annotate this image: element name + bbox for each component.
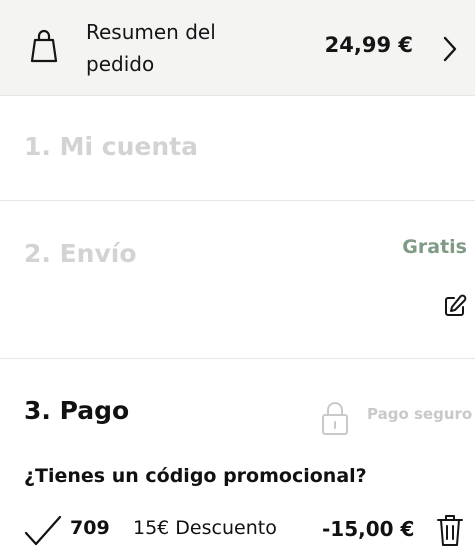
edit-icon[interactable]	[443, 294, 467, 318]
step-my-account[interactable]: 1. Mi cuenta	[0, 95, 475, 201]
promo-code-question: ¿Tienes un código promocional?	[24, 465, 367, 487]
promo-description: 15€ Descuento	[133, 517, 277, 539]
shipping-cost: Gratis	[402, 236, 467, 258]
trash-icon[interactable]	[435, 512, 465, 548]
order-total: 24,99 €	[324, 33, 413, 57]
lock-icon	[322, 402, 348, 435]
checkmark-icon	[24, 515, 62, 546]
promo-code: 709	[70, 517, 110, 539]
step-3-title: 3. Pago	[24, 396, 130, 425]
order-summary-bar[interactable]: Resumen del pedido 24,99 €	[0, 0, 475, 96]
step-2-title: 2. Envío	[24, 239, 137, 268]
promo-discount-amount: -15,00 €	[322, 517, 415, 541]
shopping-bag-icon	[30, 29, 58, 63]
order-summary-label: Resumen del pedido	[86, 20, 216, 76]
chevron-right-icon[interactable]	[442, 35, 458, 63]
step-shipping[interactable]: 2. Envío Gratis	[0, 200, 475, 359]
step-1-title: 1. Mi cuenta	[24, 132, 198, 161]
secure-payment-label: Pago seguro	[367, 405, 473, 423]
